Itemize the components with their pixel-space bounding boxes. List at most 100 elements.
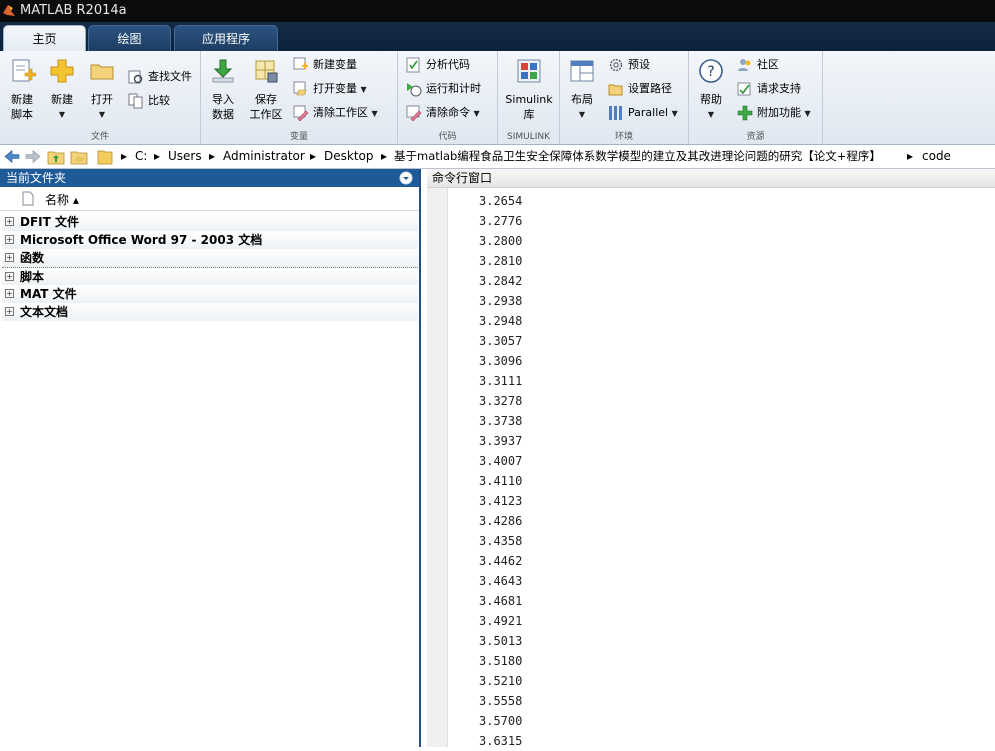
group-dfit-files[interactable]: + DFIT 文件 [2, 213, 418, 231]
command-window-title: 命令行窗口 [432, 171, 493, 185]
clear-workspace-icon [293, 105, 309, 121]
output-line: 3.4007 [479, 454, 523, 468]
parallel-icon [609, 106, 622, 120]
chevron-down-icon: ▼ [473, 109, 480, 118]
expand-icon[interactable]: + [5, 307, 14, 316]
output-line: 3.2948 [479, 314, 523, 328]
output-line: 3.5013 [479, 634, 523, 648]
output-line: 3.5558 [479, 694, 523, 708]
code-section: 分析代码 运行和计时 清除命令 ▼ 代码 [398, 51, 498, 144]
group-functions[interactable]: + 函数 [2, 249, 418, 267]
run-and-time-button[interactable]: 运行和计时 [406, 79, 481, 99]
output-line: 3.4286 [479, 514, 523, 528]
group-scripts[interactable]: + 脚本 [2, 267, 418, 287]
layout-icon [570, 60, 594, 82]
breadcrumb-separator-icon: ▸ [907, 149, 914, 163]
open-variable-button[interactable]: 打开变量 ▼ [293, 79, 367, 99]
output-line: 3.4643 [479, 574, 523, 588]
compare-icon [128, 93, 143, 109]
breadcrumb-desktop[interactable]: Desktop [324, 145, 374, 168]
community-button[interactable]: 社区 [737, 55, 779, 75]
output-line: 3.2810 [479, 254, 523, 268]
command-window[interactable]: 命令行窗口 3.2654 3.2776 3.2800 3.2810 3.2842 3.29… [427, 169, 995, 748]
group-mat-files[interactable]: + MAT 文件 [2, 285, 418, 303]
breadcrumb-users[interactable]: Users [168, 145, 202, 168]
simulink-section: Simulink 库 SIMULINK [498, 51, 560, 144]
compare-button[interactable]: 比较 [128, 91, 170, 111]
add-ons-button[interactable]: 附加功能 ▼ [737, 103, 811, 123]
expand-icon[interactable]: + [5, 253, 14, 262]
breadcrumb-separator-icon: ▸ [154, 149, 161, 163]
matlab-logo-icon [3, 5, 15, 16]
breadcrumb-code[interactable]: code [922, 145, 951, 168]
expand-icon[interactable]: + [5, 235, 14, 244]
tab-apps[interactable]: 应用程序 [174, 25, 278, 51]
chevron-down-icon: ▼ [804, 109, 811, 118]
current-folder-title: 当前文件夹 [6, 171, 67, 185]
output-line: 3.2776 [479, 214, 523, 228]
output-line: 3.4123 [479, 494, 523, 508]
request-support-button[interactable]: 请求支持 [737, 79, 801, 99]
output-line: 3.3738 [479, 414, 523, 428]
breadcrumb-drive[interactable]: C: [135, 145, 147, 168]
parallel-button[interactable]: Parallel ▼ [608, 103, 678, 123]
output-line: 3.5180 [479, 654, 523, 668]
toolstrip-tabs: 主页 绘图 应用程序 [0, 22, 995, 52]
folder-icon [90, 64, 114, 80]
output-line: 3.3111 [479, 374, 523, 388]
layout-button[interactable]: 布局 ▼ [564, 57, 600, 122]
breadcrumb-separator-icon: ▸ [121, 149, 128, 163]
address-folder-icon [97, 150, 113, 165]
help-button[interactable]: ? 帮助 ▼ [693, 57, 729, 122]
variable-section-label: 变量 [289, 132, 308, 142]
new-script-button[interactable]: 新建 脚本 [4, 57, 40, 122]
new-button[interactable]: 新建 ▼ [44, 57, 80, 122]
output-line: 3.2800 [479, 234, 523, 248]
output-line: 3.3937 [479, 434, 523, 448]
group-text-documents[interactable]: + 文本文档 [2, 303, 418, 321]
import-data-icon [212, 59, 234, 83]
breadcrumb-administrator[interactable]: Administrator [223, 145, 305, 168]
chevron-down-icon: ▼ [707, 110, 715, 119]
group-word-documents[interactable]: + Microsoft Office Word 97 - 2003 文档 [2, 231, 418, 249]
output-line: 3.2654 [479, 194, 523, 208]
panel-menu-icon[interactable] [399, 171, 413, 185]
tab-plots[interactable]: 绘图 [88, 25, 171, 51]
file-section: 新建 脚本 新建 ▼ 打开 ▼ 查找文件 比较 文件 [0, 51, 201, 144]
clear-workspace-button[interactable]: 清除工作区 ▼ [293, 103, 378, 123]
set-path-button[interactable]: 设置路径 [608, 79, 672, 99]
new-variable-button[interactable]: 新建变量 [293, 55, 357, 75]
column-name-header[interactable]: 名称 ▴ [45, 191, 79, 208]
new-script-icon [12, 59, 37, 82]
clear-commands-button[interactable]: 清除命令 ▼ [406, 103, 480, 123]
analyze-code-button[interactable]: 分析代码 [406, 55, 470, 75]
chevron-down-icon: ▼ [578, 110, 586, 119]
preferences-button[interactable]: 预设 [608, 55, 650, 75]
window-title: MATLAB R2014a [20, 3, 127, 18]
output-line: 3.4110 [479, 474, 523, 488]
save-workspace-button[interactable]: 保存 工作区 [245, 57, 287, 122]
open-variable-icon [293, 81, 307, 96]
environment-section-label: 环境 [614, 132, 633, 142]
simulink-library-button[interactable]: Simulink 库 [502, 57, 556, 122]
output-line: 3.3278 [479, 394, 523, 408]
find-files-button[interactable]: 查找文件 [128, 67, 192, 87]
expand-icon[interactable]: + [5, 272, 14, 281]
environment-section: 布局 ▼ 预设 设置路径 Parallel ▼ 环境 [560, 51, 689, 144]
tab-home[interactable]: 主页 [3, 25, 86, 52]
title-bar: MATLAB R2014a [0, 0, 995, 22]
back-arrow-icon[interactable] [3, 148, 21, 165]
command-window-gutter [427, 188, 448, 747]
forward-arrow-icon[interactable] [24, 148, 42, 165]
import-data-button[interactable]: 导入 数据 [205, 57, 241, 122]
output-line: 3.2842 [479, 274, 523, 288]
expand-icon[interactable]: + [5, 289, 14, 298]
expand-icon[interactable]: + [5, 217, 14, 226]
browse-folder-icon[interactable] [70, 148, 88, 165]
output-line: 3.5700 [479, 714, 523, 728]
save-workspace-icon [255, 60, 278, 83]
open-button[interactable]: 打开 ▼ [84, 57, 120, 122]
resources-section-label: 资源 [746, 132, 765, 142]
up-folder-icon[interactable] [47, 148, 65, 165]
breadcrumb-project-folder[interactable]: 基于matlab编程食品卫生安全保障体系数学模型的建立及其改进理论问题的研究【论… [394, 145, 881, 168]
